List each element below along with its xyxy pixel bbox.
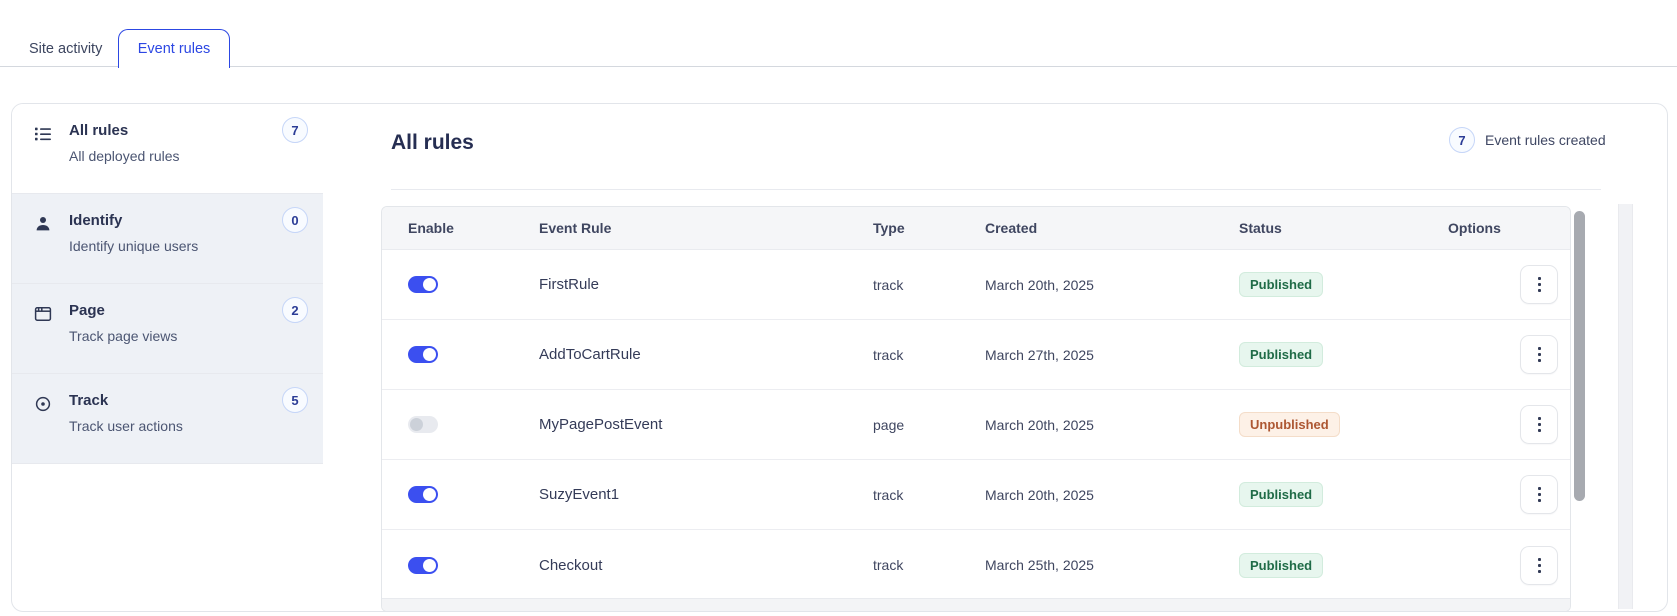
sidebar-item-identify[interactable]: Identify Identify unique users 0 bbox=[12, 194, 323, 284]
toggle-knob bbox=[423, 278, 436, 291]
tab-event-rules-label: Event rules bbox=[137, 41, 211, 57]
kebab-dot bbox=[1537, 569, 1541, 573]
event-rule-created: March 27th, 2025 bbox=[985, 346, 1094, 363]
event-rules-table: Enable Event Rule Type Created Status Op… bbox=[381, 206, 1571, 611]
kebab-dot bbox=[1537, 499, 1541, 502]
options-menu-button[interactable] bbox=[1520, 475, 1558, 514]
toggle-knob bbox=[423, 348, 436, 361]
sidebar-item-page[interactable]: Page Track page views 2 bbox=[12, 284, 323, 374]
event-rule-created: March 25th, 2025 bbox=[985, 557, 1094, 573]
kebab-dot bbox=[1537, 429, 1541, 432]
tab-bar: Site activity Event rules bbox=[0, 0, 1677, 68]
rule-types-sidebar: All rules All deployed rules 7 Identify … bbox=[12, 104, 323, 464]
options-menu-button[interactable] bbox=[1520, 335, 1558, 374]
sidebar-item-track[interactable]: Track Track user actions 5 bbox=[12, 374, 323, 464]
rules-summary: 7 Event rules created bbox=[1449, 127, 1606, 153]
table-scrollbar-thumb[interactable] bbox=[1574, 211, 1585, 501]
column-header-created: Created bbox=[985, 220, 1038, 236]
kebab-dot bbox=[1537, 347, 1541, 350]
tab-site-activity-label: Site activity bbox=[29, 41, 103, 57]
content-card: All rules All deployed rules 7 Identify … bbox=[11, 103, 1668, 612]
count-badge: 2 bbox=[282, 297, 308, 323]
event-rule-created: March 20th, 2025 bbox=[985, 276, 1094, 293]
column-header-status: Status bbox=[1239, 220, 1282, 236]
column-header-event-rule: Event Rule bbox=[539, 220, 612, 236]
column-header-options: Options bbox=[1448, 220, 1501, 236]
kebab-dot bbox=[1537, 417, 1541, 420]
event-rule-name: AddToCartRule bbox=[539, 346, 641, 363]
kebab-dot bbox=[1537, 557, 1541, 561]
sidebar-item-all-rules[interactable]: All rules All deployed rules 7 bbox=[12, 104, 323, 194]
column-header-type: Type bbox=[873, 220, 905, 236]
toggle-knob bbox=[423, 488, 436, 501]
kebab-dot bbox=[1537, 563, 1541, 567]
status-badge: Published bbox=[1239, 342, 1324, 367]
event-rule-created: March 20th, 2025 bbox=[985, 416, 1094, 433]
enable-toggle[interactable] bbox=[408, 346, 438, 363]
status-badge: Published bbox=[1239, 272, 1324, 297]
count-badge: 7 bbox=[282, 117, 308, 143]
event-rule-type: track bbox=[873, 276, 904, 293]
kebab-dot bbox=[1537, 493, 1541, 496]
enable-toggle[interactable] bbox=[408, 416, 438, 433]
page-title: All rules bbox=[391, 131, 474, 154]
kebab-dot bbox=[1537, 277, 1541, 280]
table-row: SuzyEvent1 track March 20th, 2025 Publis… bbox=[382, 460, 1570, 530]
horizontal-scrollbar-track[interactable] bbox=[382, 598, 1570, 611]
event-rule-type: track bbox=[873, 346, 904, 363]
target-icon bbox=[34, 395, 52, 413]
kebab-dot bbox=[1537, 487, 1541, 490]
options-menu-button[interactable] bbox=[1520, 545, 1558, 585]
event-rule-type: track bbox=[873, 557, 904, 573]
tab-event-rules[interactable]: Event rules bbox=[118, 29, 230, 68]
count-badge: 5 bbox=[282, 387, 308, 413]
event-rule-name: FirstRule bbox=[539, 276, 600, 293]
tab-site-activity[interactable]: Site activity bbox=[18, 31, 113, 67]
rules-count-label: Event rules created bbox=[1485, 132, 1606, 148]
table-row: Checkout track March 25th, 2025 Publishe… bbox=[382, 530, 1570, 600]
event-rule-type: page bbox=[873, 416, 905, 433]
panel-scrollbar-track[interactable] bbox=[1618, 204, 1633, 609]
table-row: AddToCartRule track March 27th, 2025 Pub… bbox=[382, 320, 1570, 390]
table-body: FirstRule track March 20th, 2025 Publish… bbox=[382, 250, 1570, 600]
kebab-dot bbox=[1537, 289, 1541, 292]
table-row: MyPagePostEvent page March 20th, 2025 Un… bbox=[382, 390, 1570, 460]
list-icon bbox=[34, 125, 52, 143]
toggle-knob bbox=[423, 558, 436, 572]
count-badge: 0 bbox=[282, 207, 308, 233]
window-icon bbox=[34, 305, 52, 323]
column-header-enable: Enable bbox=[408, 220, 454, 236]
enable-toggle[interactable] bbox=[408, 486, 438, 503]
event-rule-type: track bbox=[873, 486, 904, 503]
table-row: FirstRule track March 20th, 2025 Publish… bbox=[382, 250, 1570, 320]
table-header-row: Enable Event Rule Type Created Status Op… bbox=[382, 207, 1570, 250]
event-rule-name: SuzyEvent1 bbox=[539, 486, 620, 503]
status-badge: Published bbox=[1239, 552, 1324, 578]
app-window: Site activity Event rules All rules All … bbox=[0, 0, 1677, 616]
header-divider bbox=[391, 189, 1601, 190]
toggle-knob bbox=[410, 418, 423, 431]
kebab-dot bbox=[1537, 423, 1541, 426]
kebab-dot bbox=[1537, 283, 1541, 286]
status-badge: Published bbox=[1239, 482, 1324, 507]
status-badge: Unpublished bbox=[1239, 412, 1340, 437]
kebab-dot bbox=[1537, 359, 1541, 362]
kebab-dot bbox=[1537, 353, 1541, 356]
person-icon bbox=[34, 215, 52, 233]
options-menu-button[interactable] bbox=[1520, 265, 1558, 304]
enable-toggle[interactable] bbox=[408, 276, 438, 293]
options-menu-button[interactable] bbox=[1520, 405, 1558, 444]
enable-toggle[interactable] bbox=[408, 556, 438, 574]
rules-count-badge: 7 bbox=[1449, 127, 1475, 153]
event-rule-created: March 20th, 2025 bbox=[985, 486, 1094, 503]
event-rule-name: MyPagePostEvent bbox=[539, 416, 663, 433]
event-rule-name: Checkout bbox=[539, 556, 603, 574]
